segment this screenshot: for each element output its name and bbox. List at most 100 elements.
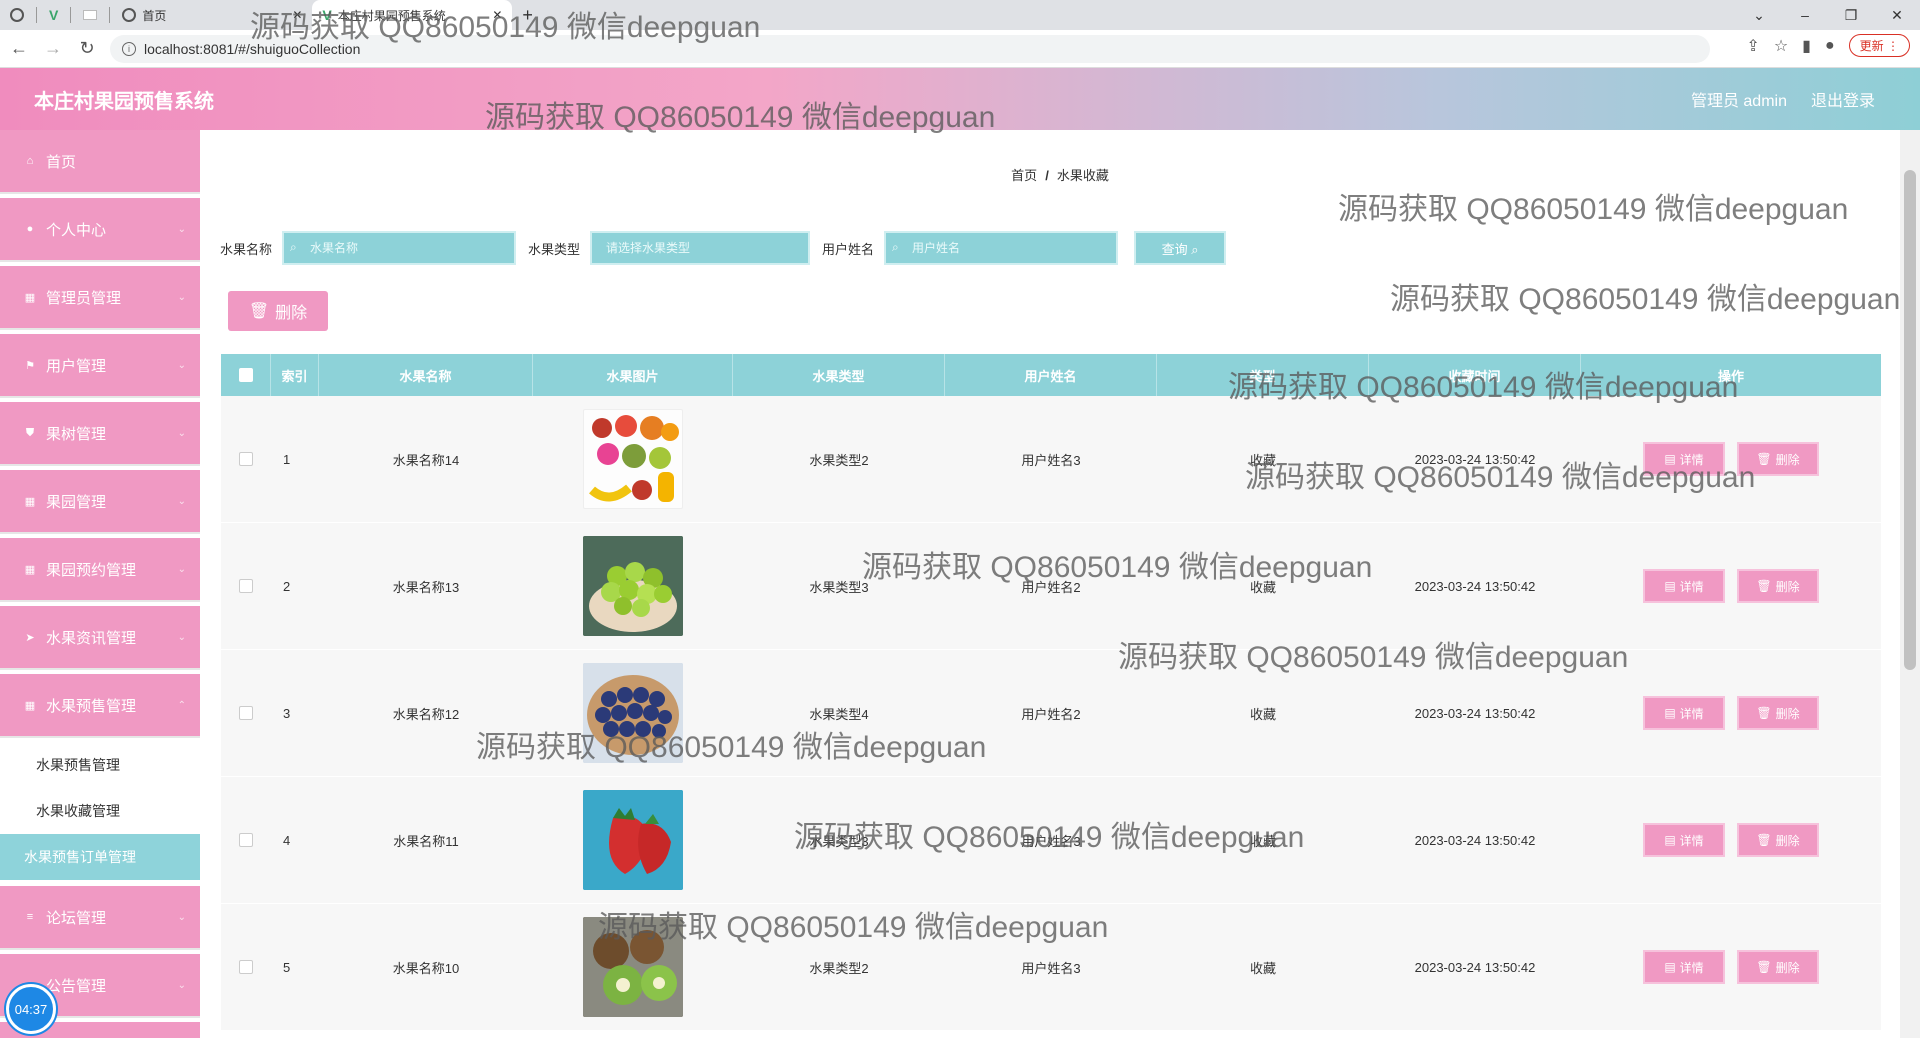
row-index: 3: [283, 705, 291, 721]
fruit-image-kiwis[interactable]: [583, 917, 683, 1017]
user-name-input[interactable]: [884, 231, 1119, 265]
detail-button[interactable]: ▤ 详情: [1643, 823, 1725, 857]
sidepanel-icon[interactable]: ▮: [1802, 36, 1811, 56]
row-collection-type: 收藏: [1249, 833, 1276, 849]
row-checkbox[interactable]: [239, 833, 253, 847]
chevron-down-icon[interactable]: ⌄: [1736, 0, 1782, 30]
delete-button[interactable]: 🗑 删除: [1737, 569, 1819, 603]
browser-tab[interactable]: [73, 0, 107, 30]
row-fruit-name: 水果名称13: [392, 579, 460, 595]
grid-icon: ▦: [24, 563, 36, 576]
row-checkbox[interactable]: [239, 452, 253, 466]
browser-tab[interactable]: [0, 0, 34, 30]
table-row: 4 水果名称11 水果类型3 用户姓名3 收藏 2023-03-24 13:50…: [221, 777, 1881, 904]
chevron-down-icon: ⌄: [177, 291, 186, 303]
scrollbar-thumb[interactable]: [1904, 170, 1916, 670]
delete-button[interactable]: 🗑 删除: [1737, 442, 1819, 476]
browser-tab-home[interactable]: 首页 ✕: [112, 0, 312, 30]
logout-link[interactable]: 退出登录: [1811, 87, 1875, 111]
header-actions: 操作: [1717, 368, 1744, 384]
profile-icon[interactable]: ●: [1825, 37, 1835, 55]
sidebar-item-label: 果树管理: [46, 425, 107, 443]
close-window-icon[interactable]: ✕: [1874, 0, 1920, 30]
fruit-image-blueberries[interactable]: [583, 663, 683, 763]
sidebar-item-orchard-booking[interactable]: ▦ 果园预约管理 ⌄: [0, 538, 200, 600]
sidebar-item-label: 个人中心: [46, 221, 107, 239]
submenu-item-collection[interactable]: 水果收藏管理: [0, 788, 200, 834]
row-user-name: 用户姓名2: [1021, 579, 1081, 595]
sidebar-item-label: 论坛管理: [46, 909, 107, 927]
restore-icon[interactable]: ❐: [1828, 0, 1874, 30]
reload-icon[interactable]: ↻: [72, 34, 102, 64]
row-checkbox[interactable]: [239, 579, 253, 593]
detail-button[interactable]: ▤ 详情: [1643, 696, 1725, 730]
recording-timer-badge[interactable]: 04:37: [6, 984, 56, 1034]
select-all-checkbox[interactable]: [238, 368, 253, 382]
fruit-type-select[interactable]: [590, 231, 811, 265]
sidebar-item-home[interactable]: ⌂ 首页: [0, 130, 200, 192]
row-actions: ▤ 详情 🗑 删除: [1581, 650, 1881, 776]
chevron-down-icon: ⌄: [177, 631, 186, 643]
star-icon[interactable]: ☆: [1774, 36, 1788, 56]
delete-label: 删除: [1775, 452, 1800, 467]
close-icon[interactable]: ✕: [492, 8, 502, 22]
submenu-item-presale-orders[interactable]: 水果预售订单管理: [0, 834, 200, 880]
row-image-cell: [533, 396, 733, 522]
row-collection-time: 2023-03-24 13:50:42: [1414, 578, 1536, 594]
detail-button[interactable]: ▤ 详情: [1643, 950, 1725, 984]
page-scrollbar[interactable]: [1900, 130, 1920, 1038]
row-checkbox[interactable]: [239, 706, 253, 720]
browser-tab-active[interactable]: V 本庄村果园预售系统 ✕: [312, 0, 513, 30]
doc-icon: ▤: [1664, 833, 1676, 847]
app-title: 本庄村果园预售系统: [34, 90, 214, 113]
info-icon[interactable]: i: [122, 41, 136, 56]
sidebar-item-fruit-news[interactable]: ➤ 水果资讯管理 ⌄: [0, 606, 200, 668]
row-select-cell: [221, 523, 271, 649]
sidebar-item-profile[interactable]: ● 个人中心 ⌄: [0, 198, 200, 260]
chevron-down-icon: ⌄: [177, 911, 186, 923]
share-icon[interactable]: ⇪: [1746, 36, 1759, 56]
header-user-name: 用户姓名: [945, 354, 1157, 396]
sidebar-item-fruit-presale[interactable]: ▦ 水果预售管理 ⌃: [0, 674, 200, 736]
delete-button[interactable]: 🗑 删除: [1737, 696, 1819, 730]
address-bar[interactable]: i localhost:8081/#/shuiguoCollection: [110, 34, 1710, 63]
delete-button[interactable]: 🗑 删除: [1737, 950, 1819, 984]
detail-button[interactable]: ▤ 详情: [1643, 442, 1725, 476]
breadcrumb-home[interactable]: 首页: [1011, 168, 1037, 183]
doc-icon: ▤: [1664, 452, 1676, 466]
delete-button[interactable]: 🗑 删除: [1737, 823, 1819, 857]
row-collection-type: 收藏: [1249, 706, 1276, 722]
sidebar-item-users[interactable]: ⚑ 用户管理 ⌄: [0, 334, 200, 396]
sidebar-item-admins[interactable]: ▦ 管理员管理 ⌄: [0, 266, 200, 328]
close-icon[interactable]: ✕: [292, 8, 302, 22]
fruit-name-input[interactable]: [282, 231, 517, 265]
row-user-name: 用户姓名2: [1021, 706, 1081, 722]
submenu-item-presale[interactable]: 水果预售管理: [0, 742, 200, 788]
detail-button[interactable]: ▤ 详情: [1643, 569, 1725, 603]
sidebar-item-label: 公告管理: [46, 977, 107, 995]
sidebar-item-forum[interactable]: ≡ 论坛管理 ⌄: [0, 886, 200, 948]
bulk-delete-button[interactable]: 🗑 删除: [228, 291, 328, 331]
user-icon: ●: [26, 223, 34, 235]
row-collection-time: 2023-03-24 13:50:42: [1414, 451, 1536, 467]
browser-tabbar: V 首页 ✕ V 本庄村果园预售系统 ✕ + ⌄ – ❐ ✕: [0, 0, 1920, 30]
header-fruit-image: 水果图片: [533, 354, 733, 396]
browser-tab[interactable]: V: [39, 0, 68, 30]
forward-arrow-icon[interactable]: →: [38, 34, 68, 64]
fruit-image-mixed-fruits[interactable]: [583, 409, 683, 509]
row-checkbox[interactable]: [239, 960, 253, 974]
tab-divider: [36, 7, 37, 23]
fruit-image-strawberries[interactable]: [583, 790, 683, 890]
fruit-image-green-grapes[interactable]: [583, 536, 683, 636]
back-arrow-icon[interactable]: ←: [4, 34, 34, 64]
minimize-icon[interactable]: –: [1782, 0, 1828, 30]
sidebar-item-label: 水果资讯管理: [46, 629, 137, 647]
delete-label: 删除: [1775, 706, 1800, 721]
sidebar-item-orchards[interactable]: ▦ 果园管理 ⌄: [0, 470, 200, 532]
update-button[interactable]: 更新 ⋮: [1848, 34, 1910, 57]
query-button[interactable]: 查询 ⌕: [1134, 231, 1227, 265]
header-select-all[interactable]: [221, 354, 271, 396]
sidebar-item-fruit-trees[interactable]: ⛊ 果树管理 ⌄: [0, 402, 200, 464]
new-tab-button[interactable]: +: [512, 0, 543, 30]
detail-label: 详情: [1679, 960, 1704, 975]
